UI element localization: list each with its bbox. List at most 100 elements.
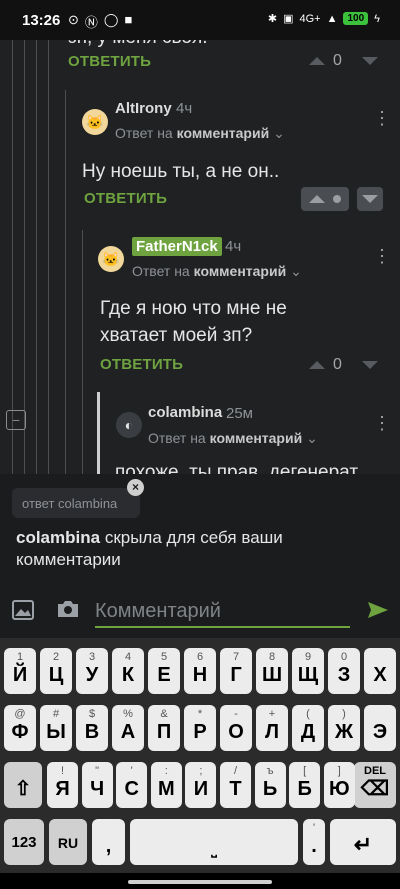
key[interactable]: 5Е — [148, 648, 180, 694]
language-key[interactable]: RU — [49, 819, 87, 865]
key-label: Ц — [48, 664, 64, 686]
key-label: В — [84, 721, 100, 743]
hidden-notice: colambina скрыла для себя ваши комментар… — [16, 527, 386, 571]
reply-to-line[interactable]: Ответ на комментарий ⌄ — [132, 263, 302, 280]
key[interactable]: + Л — [256, 705, 288, 751]
key[interactable]: 3У — [76, 648, 108, 694]
comment-text: Где я ною что мне не хватает моей зп? — [100, 298, 287, 346]
more-options-icon[interactable]: ⋮ — [373, 108, 391, 129]
key[interactable]: $ В — [76, 705, 108, 751]
key-hint: % — [123, 708, 133, 720]
key[interactable]: 1Й — [4, 648, 36, 694]
key[interactable]: (Д — [292, 705, 324, 751]
shift-key[interactable]: ⇧ — [4, 762, 42, 808]
key-hint: @ — [14, 708, 26, 720]
battery-indicator: 100 — [343, 12, 369, 25]
key-label: Й — [12, 664, 28, 686]
enter-key[interactable]: ↵ — [330, 819, 396, 865]
key-hint: + — [268, 708, 276, 720]
key[interactable]: Э — [364, 705, 396, 751]
key-hint: ' — [130, 765, 133, 777]
comment-username[interactable]: AltIrony — [115, 100, 172, 117]
comment-input[interactable]: Комментарий — [95, 598, 350, 628]
key[interactable]: 8Ш — [256, 648, 288, 694]
shift-icon: ⇧ — [14, 778, 32, 800]
upvote-icon[interactable] — [309, 195, 325, 203]
key[interactable]: 2Ц — [40, 648, 72, 694]
key[interactable]: 6Н — [184, 648, 216, 694]
key[interactable]: ) Ж — [328, 705, 360, 751]
image-icon[interactable] — [12, 600, 34, 625]
reply-button[interactable]: ОТВЕТИТЬ — [100, 356, 183, 373]
key[interactable]: -О — [220, 705, 252, 751]
key[interactable]: % А — [112, 705, 144, 751]
reply-to-line[interactable]: Ответ на комментарий ⌄ — [115, 125, 285, 142]
downvote-icon[interactable] — [362, 57, 378, 65]
score: 0 — [333, 52, 342, 69]
more-options-icon[interactable]: ⋮ — [373, 413, 391, 434]
reply-target-chip: ответ colambina — [12, 488, 140, 518]
key[interactable]: ' С — [116, 762, 148, 808]
notice-user: colambina — [16, 528, 101, 547]
comment-text: Ну ноешь ты, а не он.. — [82, 161, 280, 182]
key-label: Ь — [262, 778, 278, 800]
comment-username[interactable]: colambina — [148, 404, 222, 421]
key-label: Я — [55, 778, 70, 800]
send-icon[interactable] — [367, 601, 389, 624]
key[interactable]: :М — [150, 762, 182, 808]
downvote-icon[interactable] — [362, 361, 378, 369]
key[interactable]: ; И — [185, 762, 217, 808]
downvote-icon[interactable] — [362, 195, 378, 203]
key[interactable]: ] Ю — [323, 762, 355, 808]
reply-to-line[interactable]: Ответ на комментарий ⌄ — [148, 430, 318, 447]
key-label: Е — [157, 664, 171, 686]
key[interactable]: 0З — [328, 648, 360, 694]
avatar[interactable]: ◐ — [116, 412, 142, 438]
reply-button[interactable]: ОТВЕТИТЬ — [68, 53, 151, 70]
upvote-icon[interactable] — [309, 361, 325, 369]
camera-icon[interactable] — [56, 599, 80, 624]
key[interactable]: 7Г — [220, 648, 252, 694]
status-bar: 13:26 ⊙ Ⓝ ◯ ■ ✱ ▣ 4G+ ▲ 100 ϟ — [0, 0, 400, 40]
key-label: С — [124, 778, 139, 800]
symbols-key[interactable]: 123 — [4, 819, 44, 865]
space-key[interactable]: ⎵ — [130, 819, 298, 865]
active-reply-line — [97, 392, 100, 474]
space-icon: ⎵ — [211, 841, 217, 857]
key[interactable]: 9Щ — [292, 648, 324, 694]
key[interactable]: Х — [364, 648, 396, 694]
key[interactable]: " Ч — [81, 762, 113, 808]
key-hint: * — [197, 708, 203, 720]
avatar[interactable]: 🐱 — [82, 109, 108, 135]
close-icon[interactable]: × — [127, 479, 144, 496]
key[interactable]: # Ы — [40, 705, 72, 751]
key-label: А — [120, 721, 136, 743]
comma-key[interactable]: , — [92, 819, 125, 865]
key-hint: 2 — [52, 651, 60, 663]
period-key[interactable]: ' . — [303, 819, 325, 865]
key[interactable]: & П — [148, 705, 180, 751]
upvote-icon[interactable] — [309, 57, 325, 65]
key-label: Х — [373, 664, 387, 686]
comment-username[interactable]: FatherN1ck — [132, 237, 222, 256]
avatar[interactable]: 🐱 — [98, 246, 124, 272]
key[interactable]: ! Я — [47, 762, 78, 808]
more-options-icon[interactable]: ⋮ — [373, 246, 391, 267]
collapse-thread-button[interactable]: − — [6, 410, 26, 430]
key[interactable]: * Р — [184, 705, 216, 751]
comment-thread[interactable]: зп, у меня своя. ОТВЕТИТЬ 0 🐱 AltIrony 4… — [0, 40, 400, 474]
home-indicator[interactable] — [128, 880, 272, 884]
key[interactable]: 4К — [112, 648, 144, 694]
key[interactable]: / Т — [220, 762, 251, 808]
key[interactable]: [Б — [289, 762, 321, 808]
thread-line — [65, 90, 66, 474]
key[interactable]: ъЬ — [254, 762, 286, 808]
key[interactable]: @ Ф — [4, 705, 36, 751]
delete-key[interactable]: DEL ⌫ — [354, 762, 396, 808]
thread-line — [12, 40, 13, 474]
key-hint: ) — [342, 708, 346, 720]
reply-button[interactable]: ОТВЕТИТЬ — [84, 190, 167, 207]
keyboard[interactable]: 1Й2Ц3У4К5Е6Н7Г8Ш9Щ0ЗХ @ Ф # Ы $ В% А & П * Р - О + Л(Д… — [0, 638, 400, 873]
chevron-down-icon: ⌄ — [290, 263, 302, 279]
reply-to-prefix: Ответ на — [115, 125, 173, 141]
